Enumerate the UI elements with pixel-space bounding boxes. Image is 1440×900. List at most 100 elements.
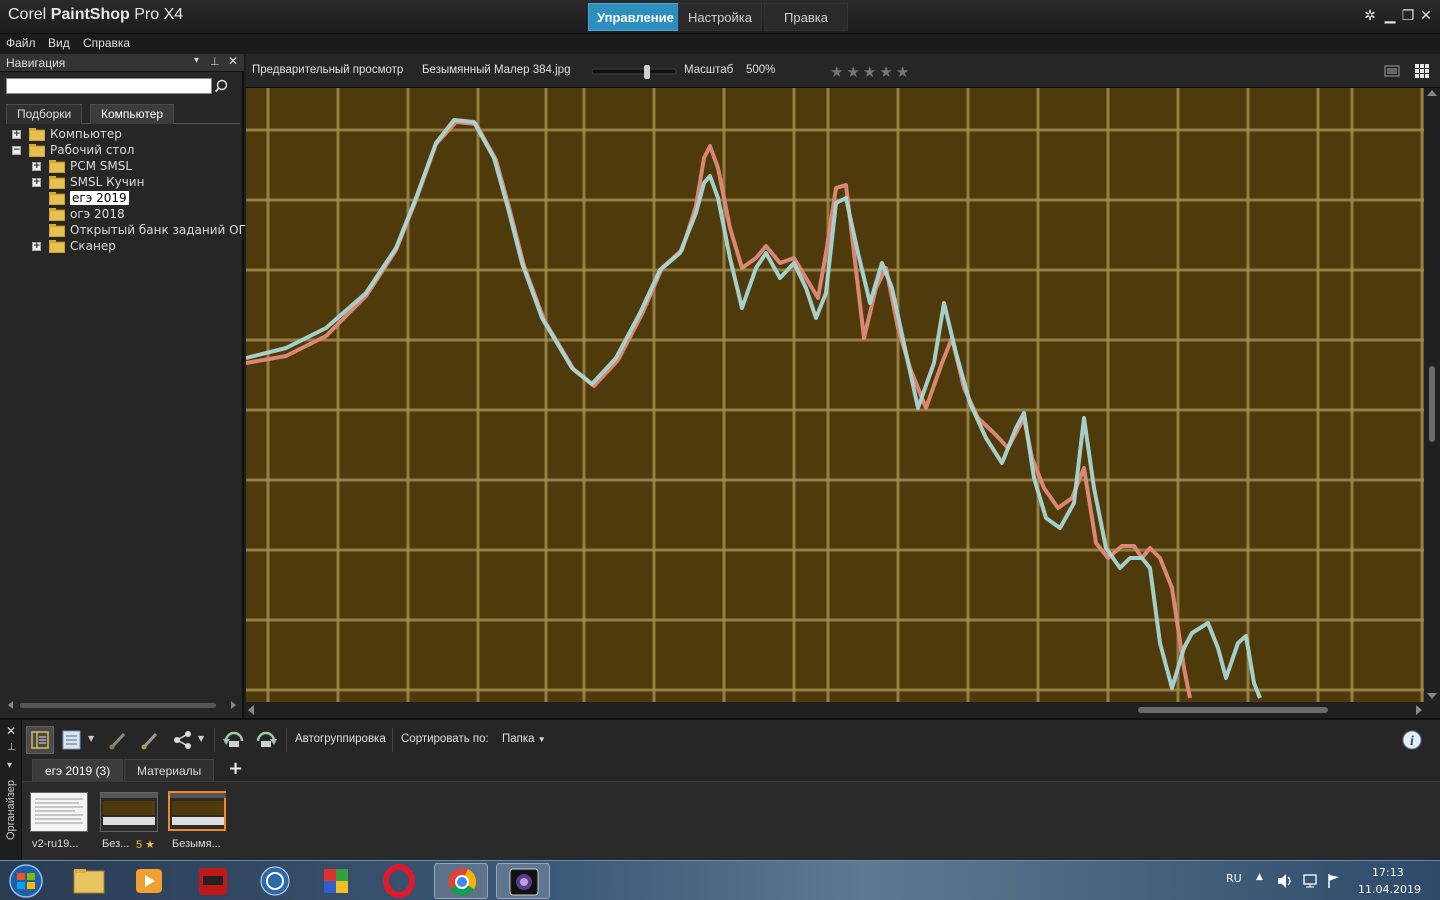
zoom-slider[interactable] xyxy=(592,64,678,80)
image-preview[interactable] xyxy=(246,88,1424,702)
retouch-icon[interactable] xyxy=(140,730,160,750)
panel-close-icon[interactable]: ✕ xyxy=(228,54,238,68)
expand-icon[interactable]: + xyxy=(12,130,21,139)
tree-item[interactable]: + Сканер xyxy=(32,238,116,254)
thumbnail-grid-icon[interactable] xyxy=(1414,63,1430,79)
list-dropdown-chevron-icon[interactable]: ▼ xyxy=(88,734,94,743)
organizer-toolbar: ▼ ▼ Автогруппировка Сортировать по: Папк… xyxy=(22,722,1440,756)
tree-item-label: егэ 2019 xyxy=(70,191,129,205)
thumbnail-document[interactable] xyxy=(30,792,88,832)
rating-star-icon[interactable]: ★ xyxy=(830,63,843,81)
tree-item[interactable]: огэ 2018 xyxy=(32,206,125,222)
search-icon[interactable] xyxy=(214,78,230,94)
navigation-toggle-icon[interactable] xyxy=(26,726,54,754)
share-dropdown-chevron-icon[interactable]: ▼ xyxy=(198,734,204,743)
folder-icon xyxy=(29,128,45,141)
tree-item-label: Компьютер xyxy=(50,127,122,141)
close-icon[interactable]: ✕ xyxy=(1418,8,1434,24)
organizer-side-strip: ✕ ⊥ ▾ Органайзер xyxy=(0,720,22,862)
restore-icon[interactable]: ❐ xyxy=(1400,8,1416,24)
navigation-horizontal-scrollbar[interactable] xyxy=(6,700,238,710)
rating-star-icon[interactable]: ★ xyxy=(863,63,876,81)
menu-view[interactable]: Вид xyxy=(48,36,70,50)
taskbar-control-app[interactable] xyxy=(248,863,302,899)
language-indicator[interactable]: RU xyxy=(1226,872,1242,885)
minimize-icon[interactable]: ▁ xyxy=(1382,8,1398,24)
tree-item[interactable]: + SMSL Кучин xyxy=(32,174,144,190)
navigation-search-input[interactable] xyxy=(6,78,212,94)
tab-computer[interactable]: Компьютер xyxy=(90,104,175,124)
taskbar-explorer[interactable] xyxy=(62,863,116,899)
settings-gear-icon[interactable]: ✲ xyxy=(1362,8,1378,24)
preview-horizontal-scrollbar[interactable] xyxy=(246,702,1440,718)
taskbar-opera[interactable] xyxy=(372,863,426,899)
tree-item[interactable]: + PCM SMSL xyxy=(32,158,132,174)
tree-item-label: Сканер xyxy=(70,239,116,253)
menu-file[interactable]: Файл xyxy=(6,36,36,50)
tab-ege-2019[interactable]: егэ 2019 (3) xyxy=(32,759,124,781)
folder-icon xyxy=(49,160,65,173)
rating-star-icon[interactable]: ★ xyxy=(846,63,859,81)
tree-item-label: Открытый банк заданий ОГЭ_ xyxy=(70,223,261,237)
collapse-icon[interactable]: − xyxy=(12,146,21,155)
tree-item[interactable]: + Компьютер xyxy=(12,126,122,142)
pin-icon[interactable]: ⊥ xyxy=(210,55,220,68)
thumbnail-caption: Безымя... xyxy=(172,838,221,850)
add-tab-button[interactable]: + xyxy=(228,758,243,779)
organizer-menu-chevron-icon[interactable]: ▾ xyxy=(7,760,12,771)
rating-star-icon[interactable]: ★ xyxy=(896,63,909,81)
volume-icon[interactable] xyxy=(1276,873,1294,889)
autogroup-button[interactable]: Автогруппировка xyxy=(295,733,386,745)
organizer-pin-icon[interactable]: ⊥ xyxy=(7,742,16,753)
tree-item[interactable]: Открытый банк заданий ОГЭ_ xyxy=(32,222,260,238)
action-center-flag-icon[interactable] xyxy=(1326,873,1342,889)
tab-manage[interactable]: Управление xyxy=(588,3,683,31)
chrome-icon xyxy=(448,868,477,896)
preview-vertical-scrollbar[interactable] xyxy=(1424,88,1440,702)
menu-bar: Файл Вид Справка xyxy=(0,34,1440,54)
info-list-icon[interactable] xyxy=(62,730,82,750)
start-button-icon[interactable] xyxy=(6,863,46,899)
expand-icon[interactable]: + xyxy=(32,178,41,187)
taskbar-colorful-app[interactable] xyxy=(310,863,364,899)
folder-icon xyxy=(49,224,65,237)
thumbnail-screenshot[interactable] xyxy=(100,792,158,832)
info-icon[interactable]: i xyxy=(1402,730,1422,750)
rating-star-icon[interactable]: ★ xyxy=(879,63,892,81)
folder-icon xyxy=(73,869,105,894)
taskbar-media-player[interactable] xyxy=(122,863,176,899)
thumbnail-screenshot-selected[interactable] xyxy=(168,791,226,831)
tab-edit[interactable]: Правка xyxy=(764,3,848,31)
taskbar-paintshop[interactable] xyxy=(496,863,550,899)
thumbnail-screenshot-image xyxy=(101,793,157,825)
tab-adjust[interactable]: Настройка xyxy=(678,3,762,31)
navigation-tabs: Подборки Компьютер xyxy=(6,102,240,124)
rating-stars[interactable]: ★ ★ ★ ★ ★ xyxy=(830,63,912,81)
taskbar-chrome[interactable] xyxy=(434,863,488,899)
toolbar-separator xyxy=(286,728,287,752)
clock-date[interactable]: 11.04.2019 xyxy=(1358,883,1421,896)
menu-help[interactable]: Справка xyxy=(83,36,130,50)
panel-menu-chevron-icon[interactable]: ▾ xyxy=(194,55,199,66)
expand-icon[interactable]: + xyxy=(32,162,41,171)
tray-expand-icon[interactable]: ▲ xyxy=(1256,872,1263,882)
organizer-close-icon[interactable]: ✕ xyxy=(6,724,16,738)
rotate-right-icon[interactable] xyxy=(254,729,278,749)
sort-dropdown[interactable]: Папка ▼ xyxy=(502,733,546,745)
brush-icon[interactable] xyxy=(108,730,128,750)
rotate-left-icon[interactable] xyxy=(222,729,246,749)
tree-item-label: SMSL Кучин xyxy=(70,175,145,189)
tree-item[interactable]: егэ 2019 xyxy=(32,190,129,206)
thumbnail-strip: v2-ru19... Без... 5 ★ Безымя... xyxy=(22,782,1440,860)
tree-item[interactable]: − Рабочий стол xyxy=(12,142,134,158)
tab-collections[interactable]: Подборки xyxy=(6,104,83,124)
network-icon[interactable] xyxy=(1302,873,1320,889)
taskbar-sound-app[interactable] xyxy=(186,863,240,899)
expand-icon[interactable]: + xyxy=(32,242,41,251)
opera-icon xyxy=(383,864,415,898)
tab-materials[interactable]: Материалы xyxy=(124,759,215,781)
share-icon[interactable] xyxy=(172,730,194,750)
single-view-icon[interactable] xyxy=(1384,64,1400,78)
clock-time[interactable]: 17:13 xyxy=(1372,866,1404,879)
